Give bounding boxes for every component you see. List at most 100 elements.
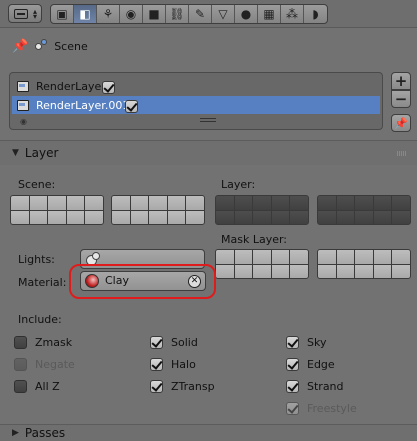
material-icon: ● <box>240 7 252 21</box>
scene-layers-label: Scene: <box>18 178 56 191</box>
collapse-triangle-icon: ▼ <box>12 148 19 158</box>
negate-checkbox <box>14 358 27 371</box>
light-group-icon <box>85 252 100 266</box>
zmask-checkbox[interactable] <box>14 336 27 349</box>
context-tab-constraints[interactable]: ⛓ <box>166 5 189 23</box>
context-tab-material[interactable]: ● <box>235 5 258 23</box>
mask-layer-grid-2[interactable] <box>317 249 411 279</box>
object-icon: ■ <box>148 7 160 21</box>
include-strand-option[interactable]: Strand <box>286 380 344 393</box>
constraints-icon: ⛓ <box>169 7 185 21</box>
render-layer-icon <box>16 98 30 112</box>
render-layers-icon: ◧ <box>79 7 91 21</box>
render-layers-list: RenderLayer RenderLayer.001 ◉ <box>9 72 383 130</box>
render-layer-pin-button[interactable]: 📌 <box>391 114 411 132</box>
passes-panel-header[interactable]: ▶ Passes <box>0 424 417 441</box>
scene-icon <box>34 39 48 53</box>
edge-checkbox[interactable] <box>286 358 299 371</box>
allz-label: All Z <box>35 380 60 393</box>
texture-icon: ▦ <box>263 7 275 21</box>
include-solid-option[interactable]: Solid <box>150 336 198 349</box>
context-tab-scene[interactable]: ⚘ <box>97 5 120 23</box>
halo-label: Halo <box>171 358 196 371</box>
include-edge-option[interactable]: Edge <box>286 358 335 371</box>
add-render-layer-button[interactable]: + <box>391 72 411 90</box>
ztransp-checkbox[interactable] <box>150 380 163 393</box>
layer-grid-1[interactable] <box>215 195 309 225</box>
breadcrumb: 📌 Scene <box>12 37 88 55</box>
include-allz-option[interactable]: All Z <box>14 380 60 393</box>
material-label: Material: <box>18 276 67 289</box>
layer-panel-title: Layer <box>24 146 59 160</box>
lights-label: Lights: <box>18 253 55 266</box>
breadcrumb-scene-label: Scene <box>54 39 88 53</box>
clear-material-icon[interactable]: ✕ <box>188 275 201 288</box>
lights-group-field[interactable] <box>80 249 205 269</box>
solid-label: Solid <box>171 336 198 349</box>
layer-panel-header[interactable]: ▼ Layer <box>0 141 417 165</box>
include-halo-option[interactable]: Halo <box>150 358 196 371</box>
include-label: Include: <box>18 313 62 326</box>
sky-checkbox[interactable] <box>286 336 299 349</box>
context-tab-texture[interactable]: ▦ <box>258 5 281 23</box>
scene-layers-grid-1[interactable] <box>10 195 104 225</box>
context-tab-object[interactable]: ■ <box>143 5 166 23</box>
ztransp-label: ZTransp <box>171 380 215 393</box>
freestyle-checkbox <box>286 402 299 415</box>
data-icon: ▽ <box>218 7 228 21</box>
include-freestyle-option: Freestyle <box>286 402 357 415</box>
chevron-updown-icon: ▴ ▾ <box>32 7 37 21</box>
list-item[interactable]: RenderLayer <box>12 77 380 95</box>
editor-type-menu[interactable]: ▴ ▾ <box>8 4 42 23</box>
solid-checkbox[interactable] <box>150 336 163 349</box>
include-zmask-option[interactable]: Zmask <box>14 336 72 349</box>
scene-icon: ⚘ <box>102 7 114 21</box>
properties-header: ▴ ▾ ▣ ◧ ⚘ ◉ ■ ⛓ ✎ ▽ ● ▦ ⁂ ◗ <box>0 0 417 28</box>
render-layer-enabled-checkbox[interactable] <box>125 99 139 113</box>
passes-panel-title: Passes <box>24 426 66 440</box>
render-layer-name: RenderLayer <box>36 79 106 93</box>
negate-label: Negate <box>35 358 75 371</box>
modifiers-icon: ✎ <box>194 7 206 21</box>
layer-label: Layer: <box>221 178 256 191</box>
context-tabs: ▣ ◧ ⚘ ◉ ■ ⛓ ✎ ▽ ● ▦ ⁂ ◗ <box>50 4 328 24</box>
context-tab-render[interactable]: ▣ <box>51 5 74 23</box>
context-tab-particles[interactable]: ⁂ <box>281 5 304 23</box>
context-tab-data[interactable]: ▽ <box>212 5 235 23</box>
list-item-selected[interactable]: RenderLayer.001 <box>12 96 380 114</box>
sky-label: Sky <box>307 336 327 349</box>
particles-icon: ⁂ <box>286 7 298 21</box>
properties-editor-icon <box>14 9 28 19</box>
render-layer-name: RenderLayer.001 <box>36 98 130 112</box>
material-override-field[interactable]: Clay ✕ <box>80 271 206 291</box>
pin-icon: 📌 <box>394 116 408 130</box>
mask-layer-label: Mask Layer: <box>221 233 288 246</box>
list-resize-handle[interactable] <box>200 118 216 122</box>
context-tab-render-layers[interactable]: ◧ <box>74 5 97 23</box>
drag-grip-icon[interactable] <box>397 151 407 156</box>
remove-render-layer-button[interactable]: − <box>391 90 411 108</box>
include-negate-option: Negate <box>14 358 75 371</box>
expand-triangle-icon: ▶ <box>12 428 19 438</box>
material-value: Clay <box>105 274 129 287</box>
world-icon: ◉ <box>125 7 137 21</box>
context-tab-modifiers[interactable]: ✎ <box>189 5 212 23</box>
mask-layer-grid-1[interactable] <box>215 249 309 279</box>
freestyle-label: Freestyle <box>307 402 357 415</box>
material-icon <box>85 274 99 288</box>
scene-layers-grid-2[interactable] <box>111 195 205 225</box>
strand-checkbox[interactable] <box>286 380 299 393</box>
include-ztransp-option[interactable]: ZTransp <box>150 380 215 393</box>
strand-label: Strand <box>307 380 344 393</box>
include-sky-option[interactable]: Sky <box>286 336 326 349</box>
context-tab-physics[interactable]: ◗ <box>304 5 327 23</box>
halo-checkbox[interactable] <box>150 358 163 371</box>
render-layer-enabled-checkbox[interactable] <box>101 80 115 94</box>
allz-checkbox[interactable] <box>14 380 27 393</box>
context-tab-world[interactable]: ◉ <box>120 5 143 23</box>
list-filter-icon[interactable]: ◉ <box>20 117 27 126</box>
pin-icon[interactable]: 📌 <box>12 39 28 54</box>
render-layer-icon <box>16 79 30 93</box>
zmask-label: Zmask <box>35 336 73 349</box>
layer-grid-2[interactable] <box>317 195 411 225</box>
